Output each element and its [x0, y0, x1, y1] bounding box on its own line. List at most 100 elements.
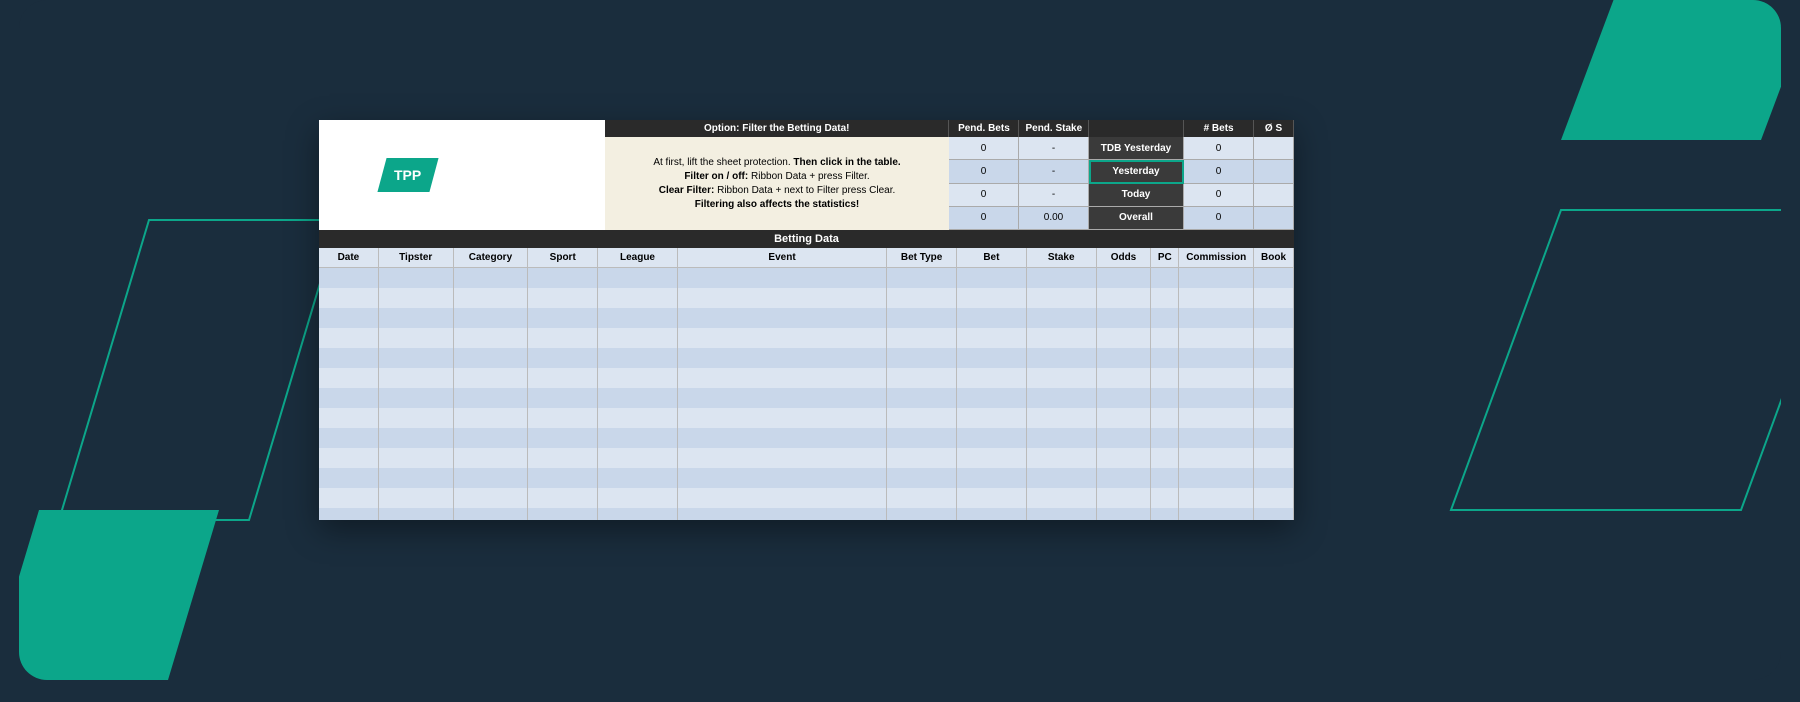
table-cell[interactable]: [957, 468, 1027, 488]
table-cell[interactable]: [887, 288, 957, 308]
table-cell[interactable]: [957, 268, 1027, 288]
table-cell[interactable]: [957, 448, 1027, 468]
table-cell[interactable]: [1179, 388, 1254, 408]
table-cell[interactable]: [1097, 388, 1152, 408]
table-cell[interactable]: [1254, 288, 1294, 308]
table-cell[interactable]: [1097, 488, 1152, 508]
table-cell[interactable]: [454, 288, 529, 308]
table-cell[interactable]: [887, 408, 957, 428]
table-cell[interactable]: [887, 388, 957, 408]
table-cell[interactable]: [528, 408, 598, 428]
table-row[interactable]: [319, 348, 1294, 368]
table-cell[interactable]: [319, 288, 379, 308]
table-cell[interactable]: [598, 328, 678, 348]
period-button[interactable]: Yesterday: [1089, 160, 1184, 183]
table-cell[interactable]: [319, 468, 379, 488]
table-cell[interactable]: [887, 328, 957, 348]
table-cell[interactable]: [1027, 288, 1097, 308]
table-cell[interactable]: [887, 428, 957, 448]
period-button[interactable]: Today: [1089, 184, 1184, 207]
table-cell[interactable]: [678, 288, 887, 308]
table-cell[interactable]: [1151, 448, 1179, 468]
table-cell[interactable]: [528, 508, 598, 520]
table-cell[interactable]: [887, 448, 957, 468]
table-cell[interactable]: [379, 328, 454, 348]
table-cell[interactable]: [1254, 508, 1294, 520]
table-row[interactable]: [319, 408, 1294, 428]
column-header-tipster[interactable]: Tipster: [379, 248, 454, 268]
table-cell[interactable]: [379, 368, 454, 388]
table-cell[interactable]: [598, 388, 678, 408]
table-cell[interactable]: [528, 308, 598, 328]
table-cell[interactable]: [1151, 428, 1179, 448]
period-button[interactable]: TDB Yesterday: [1089, 137, 1184, 160]
table-cell[interactable]: [957, 348, 1027, 368]
table-cell[interactable]: [598, 368, 678, 388]
table-row[interactable]: [319, 468, 1294, 488]
table-cell[interactable]: [1027, 328, 1097, 348]
table-row[interactable]: [319, 508, 1294, 520]
table-cell[interactable]: [1254, 368, 1294, 388]
column-header-category[interactable]: Category: [454, 248, 529, 268]
table-cell[interactable]: [678, 488, 887, 508]
table-cell[interactable]: [678, 348, 887, 368]
table-cell[interactable]: [454, 348, 529, 368]
table-cell[interactable]: [319, 328, 379, 348]
table-cell[interactable]: [319, 388, 379, 408]
table-cell[interactable]: [528, 388, 598, 408]
table-cell[interactable]: [1097, 308, 1152, 328]
table-cell[interactable]: [319, 508, 379, 520]
table-cell[interactable]: [598, 488, 678, 508]
table-cell[interactable]: [379, 288, 454, 308]
table-cell[interactable]: [379, 468, 454, 488]
table-cell[interactable]: [598, 288, 678, 308]
table-cell[interactable]: [1097, 468, 1152, 488]
table-cell[interactable]: [454, 308, 529, 328]
table-cell[interactable]: [528, 368, 598, 388]
table-cell[interactable]: [1179, 328, 1254, 348]
table-cell[interactable]: [1151, 328, 1179, 348]
table-row[interactable]: [319, 308, 1294, 328]
table-cell[interactable]: [957, 308, 1027, 328]
table-cell[interactable]: [1151, 488, 1179, 508]
column-header-stake[interactable]: Stake: [1027, 248, 1097, 268]
table-cell[interactable]: [454, 388, 529, 408]
table-cell[interactable]: [319, 488, 379, 508]
table-row[interactable]: [319, 328, 1294, 348]
table-cell[interactable]: [1097, 268, 1152, 288]
table-cell[interactable]: [1179, 508, 1254, 520]
table-cell[interactable]: [957, 428, 1027, 448]
table-cell[interactable]: [678, 388, 887, 408]
column-header-bet[interactable]: Bet: [957, 248, 1027, 268]
table-cell[interactable]: [678, 308, 887, 328]
column-header-league[interactable]: League: [598, 248, 678, 268]
table-cell[interactable]: [678, 368, 887, 388]
table-cell[interactable]: [1097, 508, 1152, 520]
table-cell[interactable]: [1151, 388, 1179, 408]
table-cell[interactable]: [887, 488, 957, 508]
column-header-date[interactable]: Date: [319, 248, 379, 268]
table-cell[interactable]: [1179, 308, 1254, 328]
table-cell[interactable]: [1151, 508, 1179, 520]
table-cell[interactable]: [887, 468, 957, 488]
table-cell[interactable]: [1179, 428, 1254, 448]
table-cell[interactable]: [454, 448, 529, 468]
table-cell[interactable]: [319, 308, 379, 328]
table-cell[interactable]: [528, 328, 598, 348]
table-cell[interactable]: [598, 268, 678, 288]
table-cell[interactable]: [1179, 448, 1254, 468]
table-cell[interactable]: [1027, 408, 1097, 428]
table-cell[interactable]: [887, 348, 957, 368]
column-header-odds[interactable]: Odds: [1097, 248, 1152, 268]
table-cell[interactable]: [1097, 328, 1152, 348]
table-cell[interactable]: [1179, 348, 1254, 368]
table-cell[interactable]: [1027, 268, 1097, 288]
table-cell[interactable]: [1179, 288, 1254, 308]
table-cell[interactable]: [379, 348, 454, 368]
table-cell[interactable]: [957, 328, 1027, 348]
table-cell[interactable]: [1027, 508, 1097, 520]
table-cell[interactable]: [528, 488, 598, 508]
table-cell[interactable]: [319, 368, 379, 388]
table-cell[interactable]: [1151, 288, 1179, 308]
table-cell[interactable]: [1254, 468, 1294, 488]
